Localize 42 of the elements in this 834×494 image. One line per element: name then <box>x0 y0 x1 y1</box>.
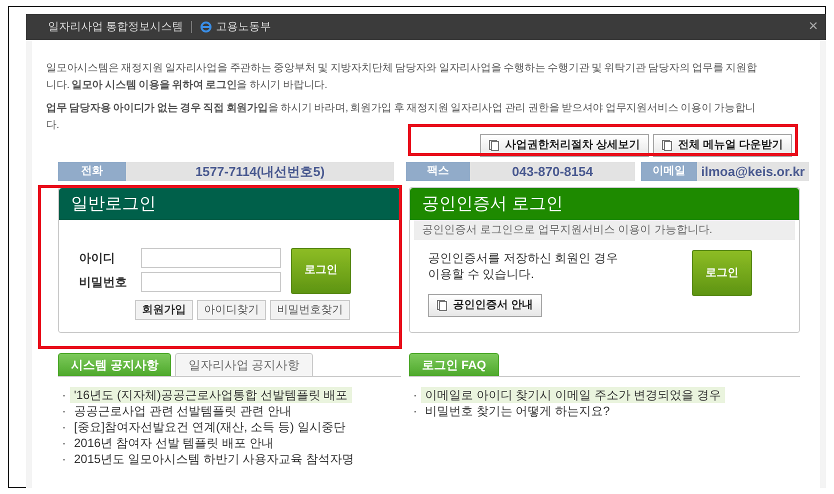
notice-link[interactable]: [중요]참여자선발요건 연계(재산, 소득 등) 일시중단 <box>70 419 350 435</box>
input-field[interactable] <box>141 248 281 268</box>
field-label: 아이디 <box>79 250 116 266</box>
contact-label: 전화 <box>58 162 126 181</box>
bullet: · <box>412 387 418 403</box>
notice-tab[interactable]: 일자리사업 공지사항 <box>175 353 313 376</box>
bullet: · <box>61 419 67 435</box>
account-link-button[interactable]: 비밀번호찾기 <box>270 300 350 320</box>
panel-title: 일반로그인 <box>59 188 400 220</box>
contact-label: 이메일 <box>641 162 697 181</box>
panel-subtitle: 공인인증서 로그인으로 업무지원서비스 이용이 가능합니다. <box>414 220 795 240</box>
bullet: · <box>61 403 67 419</box>
panel-title: 공인인증서 로그인 <box>410 188 799 220</box>
certificate-note: 공인인증서를 저장하신 회원인 경우 이용할 수 있습니다. <box>428 250 620 282</box>
notice-link[interactable]: '16년도 (지자체)공공근로사업통합 선발템플릿 배포 <box>70 387 352 403</box>
field-label: 비밀번호 <box>79 274 128 290</box>
bullet: · <box>61 451 67 467</box>
account-link-button[interactable]: 아이디찾기 <box>197 300 266 320</box>
contact-label: 팩스 <box>406 162 470 181</box>
title-tab[interactable]: 고용노동부 <box>200 18 272 36</box>
contact-value: ilmoa@keis.or.kr <box>697 162 809 181</box>
notice-link[interactable]: 2015년도 일모아시스템 하반기 사용자교육 참석자명 <box>70 451 358 467</box>
document-icon <box>437 300 448 311</box>
contact-value: 1577-7114(내선번호5) <box>126 162 394 181</box>
bullet: · <box>61 387 67 403</box>
bullet: · <box>61 435 67 451</box>
close-button[interactable]: × <box>808 19 818 35</box>
document-icon <box>662 140 672 151</box>
intro-paragraph: 업무 담당자용 아이디가 없는 경우 직접 회원가입을 하시기 바라며, 회원가입 후 재정지원 일자리사업 관리 권한을 받으셔야 업무지원서비스 이용이 가능합니다. <box>46 101 757 133</box>
notice-link[interactable]: 공공근로사업 관련 선발템플릿 관련 안내 <box>70 403 296 419</box>
intro-paragraph: 일모아시스템은 재정지원 일자리사업을 주관하는 중앙부처 및 지방자치단체 담당자와 일자리사업을 수행하는 수행기관 및 위탁기관 담당자의 업무를 지원합니다. 일모아 시스템 이용을 위하여 로그인을 하시기 바랍니다. <box>46 61 758 93</box>
notice-link[interactable]: 비밀번호 찾기는 어떻게 하는지요? <box>421 403 614 419</box>
title-tab[interactable]: 일자리사업 통합정보시스템 <box>48 18 184 36</box>
notice-link[interactable]: 이메일로 아이디 찾기시 이메일 주소가 변경되었을 경우 <box>421 387 726 403</box>
guide-button[interactable]: 공인인증서 안내 <box>428 294 542 316</box>
bullet: · <box>412 403 418 419</box>
contact-value: 043-870-8154 <box>470 162 635 181</box>
notice-link[interactable]: 2016년 참여자 선발 템플릿 배포 안내 <box>70 435 278 451</box>
logo-icon <box>200 21 212 33</box>
input-field[interactable] <box>141 272 281 292</box>
document-icon <box>488 140 499 151</box>
account-link-button[interactable]: 회원가입 <box>135 300 193 320</box>
